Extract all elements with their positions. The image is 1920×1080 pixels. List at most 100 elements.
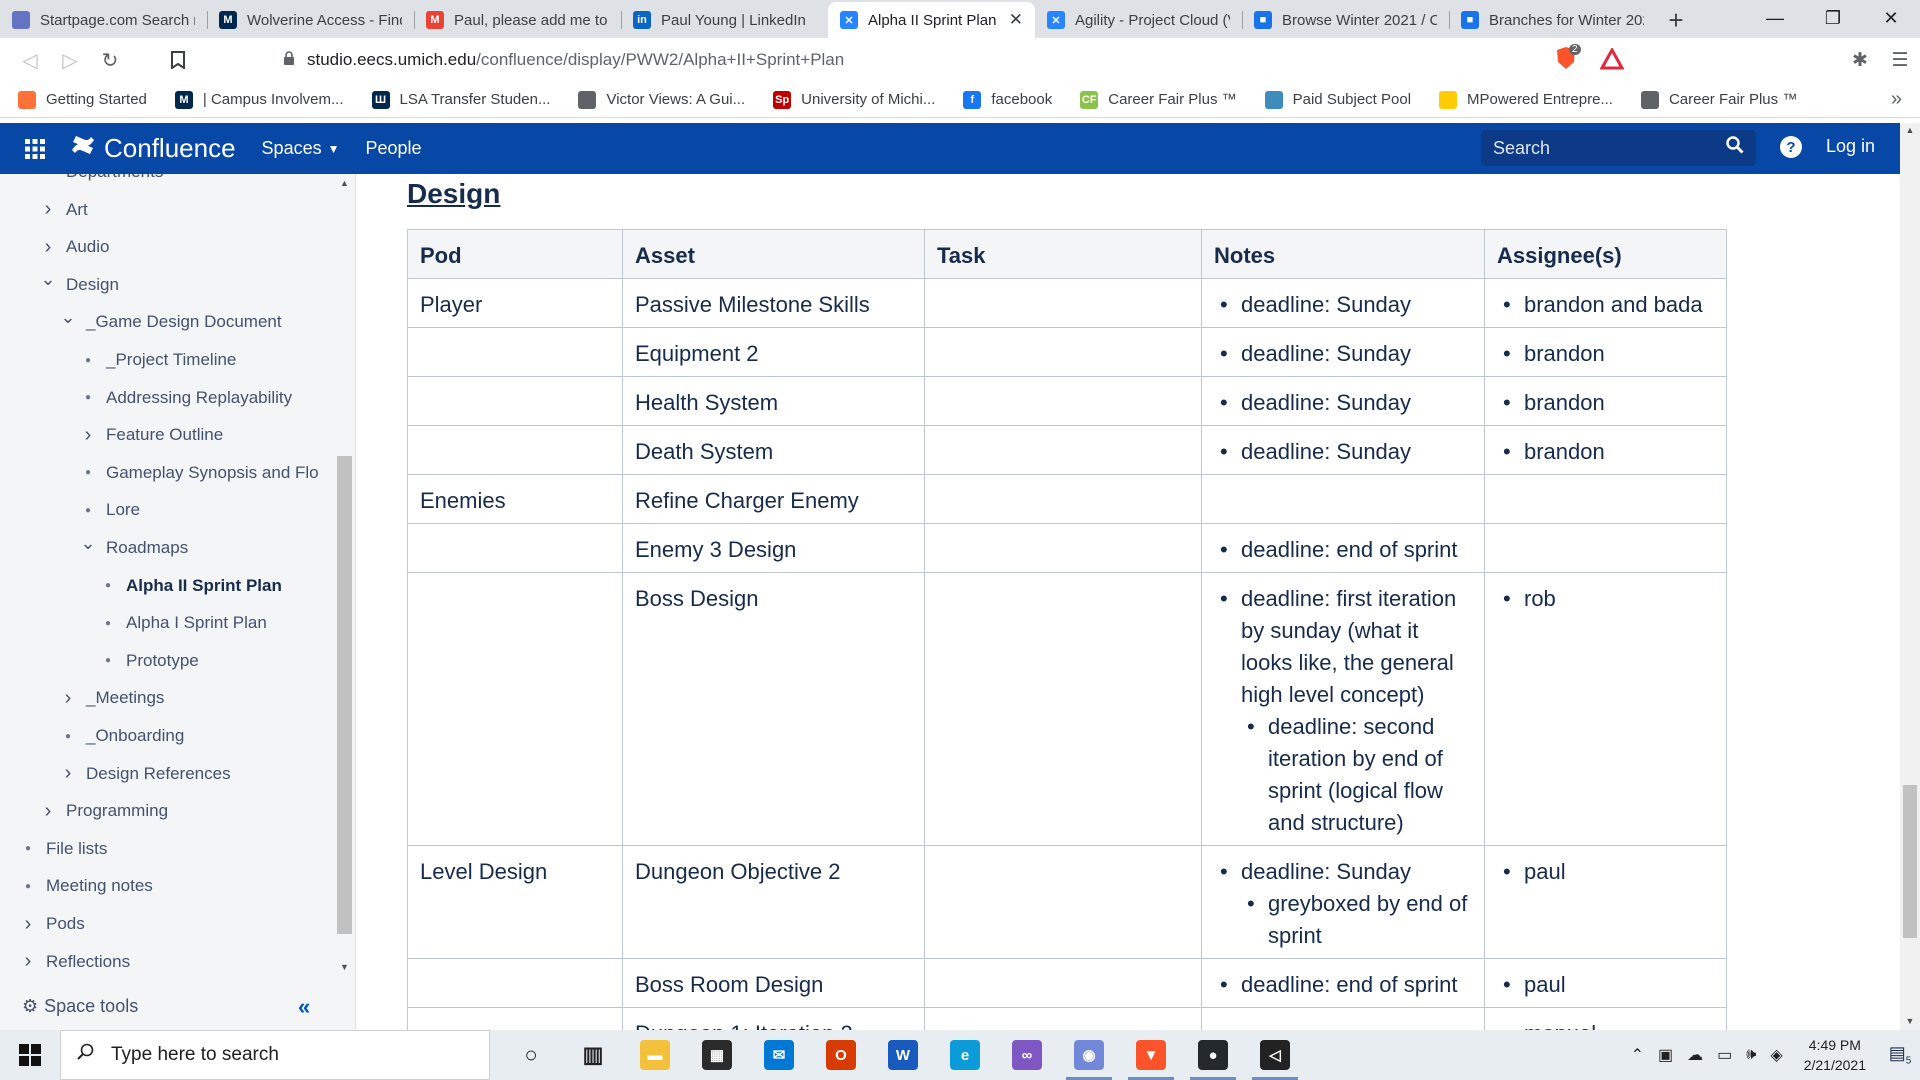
taskbar-app-github[interactable]: ● [1182,1030,1244,1080]
app-switcher-icon[interactable] [0,138,70,159]
page-tree-item[interactable]: ● Alpha I Sprint Plan [98,611,267,635]
page-tree-item[interactable]: ⌄ Departments [38,174,163,184]
new-tab-button[interactable]: + [1656,2,1696,38]
sidebar-scrollbar[interactable]: ▲ ▼ [336,174,353,974]
brave-shields-icon[interactable]: 2 [1555,44,1581,72]
page-scroll-up-icon[interactable]: ▲ [1900,125,1920,135]
chevron-down-icon[interactable]: ⌄ [38,269,58,290]
taskbar-app-task-view[interactable]: ▥ [562,1030,624,1080]
bookmark-item[interactable]: Getting Started [18,90,147,109]
bookmark-item[interactable]: MPowered Entrepre... [1439,90,1613,109]
sidebar-scrollbar-thumb[interactable] [337,456,352,934]
browser-menu-icon[interactable]: ☰ [1880,49,1920,72]
space-tools-button[interactable]: ⚙ Space tools [22,996,138,1017]
help-icon[interactable]: ? [1780,136,1802,158]
page-tree-item[interactable]: › Pods [18,912,85,936]
browser-tab[interactable]: ■ Branches for Winter 202 [1449,2,1656,38]
browser-tab[interactable]: M Wolverine Access - Find [207,2,414,38]
page-tree-item[interactable]: ● Lore [78,498,140,522]
bookmark-item[interactable]: Paid Subject Pool [1264,90,1411,109]
bookmark-item[interactable]: Ш LSA Transfer Studen... [371,90,550,109]
page-scrollbar-thumb[interactable] [1903,785,1917,938]
browser-tab[interactable]: M Paul, please add me to y [414,2,621,38]
show-hidden-icons-icon[interactable]: ⌃ [1631,1045,1644,1065]
taskbar-app-visual-studio[interactable]: ∞ [996,1030,1058,1080]
volume-icon[interactable]: 🕪 [1746,1046,1756,1064]
page-tree-item[interactable]: ● Prototype [98,649,199,673]
browser-tab[interactable]: Startpage.com Search re [0,2,207,38]
chevron-right-icon[interactable]: › [38,800,58,823]
chevron-right-icon[interactable]: › [38,198,58,221]
page-tree-item[interactable]: › Audio [38,235,110,259]
bookmark-item[interactable]: M | Campus Involvem... [174,90,344,109]
taskbar-app-word[interactable]: W [872,1030,934,1080]
taskbar-app-store[interactable]: ▦ [686,1030,748,1080]
taskbar-clock[interactable]: 4:49 PM 2/21/2021 [1804,1035,1866,1075]
bookmark-item[interactable]: Sp University of Michi... [773,90,935,109]
page-tree-item[interactable]: ⌄ Design [38,269,118,297]
minimize-button[interactable]: — [1746,0,1804,36]
chevron-right-icon[interactable]: › [38,236,58,259]
bookmark-item[interactable]: f facebook [963,90,1052,109]
taskbar-app-mail[interactable]: ✉ [748,1030,810,1080]
page-tree-item[interactable]: › Design References [58,762,231,786]
page-tree-item[interactable]: ● Alpha II Sprint Plan [98,574,282,598]
device-icon[interactable]: ▣ [1658,1045,1673,1065]
confluence-search-input[interactable]: Search [1481,130,1756,166]
page-scroll-down-icon[interactable]: ▼ [1900,1016,1920,1026]
page-tree-item[interactable]: ⌄ _Game Design Document [58,307,281,334]
chevron-right-icon[interactable]: › [78,424,98,447]
chevron-right-icon[interactable]: › [18,950,38,973]
windows-start-button[interactable] [0,1030,60,1080]
dropbox-icon[interactable]: ◈ [1770,1045,1782,1065]
page-tree-item[interactable]: ● Gameplay Synopsis and Flo [78,461,319,485]
page-scrollbar[interactable]: ▲ ▼ [1900,123,1920,1030]
extensions-icon[interactable]: ✱ [1840,49,1880,72]
browser-tab[interactable]: in Paul Young | LinkedIn [621,2,828,38]
people-link[interactable]: People [365,138,421,159]
close-window-button[interactable]: ✕ [1862,0,1920,36]
browser-tab[interactable]: ✕ Alpha II Sprint Plan ✕ [828,2,1035,38]
bookmarks-overflow-icon[interactable]: » [1891,88,1902,111]
chevron-right-icon[interactable]: › [58,762,78,785]
bookmark-item[interactable]: CF Career Fair Plus ™ [1080,90,1237,109]
scroll-up-arrow-icon[interactable]: ▲ [336,178,353,188]
page-tree-item[interactable]: ● Meeting notes [18,874,153,898]
bookmark-item[interactable]: Career Fair Plus ™ [1640,90,1797,109]
forward-button[interactable]: ▷ [50,42,90,78]
close-tab-icon[interactable]: ✕ [1009,10,1023,30]
taskbar-app-cortana[interactable]: ○ [500,1030,562,1080]
restore-button[interactable]: ❐ [1804,0,1862,36]
page-tree-item[interactable]: ⌄ Roadmaps [78,533,188,560]
chevron-right-icon[interactable]: › [58,687,78,710]
onedrive-icon[interactable]: ☁ [1687,1045,1703,1065]
browser-tab[interactable]: ■ Browse Winter 2021 / Cl [1242,2,1449,38]
brave-rewards-icon[interactable] [1599,46,1625,75]
reload-button[interactable]: ↻ [90,42,130,78]
chevron-down-icon[interactable]: ⌄ [58,307,78,328]
page-tree-item[interactable]: ● _Onboarding [58,724,184,748]
taskbar-app-edge[interactable]: e [934,1030,996,1080]
page-tree-item[interactable]: › _Meetings [58,686,165,710]
spaces-menu[interactable]: Spaces ▼ [262,138,340,159]
taskbar-app-discord[interactable]: ◉ [1058,1030,1120,1080]
battery-icon[interactable]: ▭ [1717,1045,1732,1065]
page-tree-item[interactable]: ● Addressing Replayability [78,386,292,410]
notification-center-icon[interactable]: ▤5 [1880,1043,1920,1067]
page-tree-item[interactable]: › Art [38,198,88,222]
taskbar-app-brave[interactable]: ▼ [1120,1030,1182,1080]
address-bar[interactable]: studio.eecs.umich.edu/confluence/display… [283,43,1603,77]
taskbar-app-office[interactable]: O [810,1030,872,1080]
bookmark-item[interactable]: Victor Views: A Gui... [578,90,745,109]
confluence-logo[interactable]: Confluence [70,133,236,164]
page-tree-item[interactable]: › Programming [38,799,168,823]
back-button[interactable]: ◁ [10,42,50,78]
page-tree-item[interactable]: ● File lists [18,837,107,861]
taskbar-search-box[interactable]: Type here to search [60,1030,490,1080]
taskbar-app-file-explorer[interactable]: ▬ [624,1030,686,1080]
login-link[interactable]: Log in [1826,136,1875,157]
chevron-down-icon[interactable]: ⌄ [38,174,58,178]
chevron-right-icon[interactable]: › [18,913,38,936]
bookmark-page-button[interactable] [158,42,198,78]
browser-tab[interactable]: ✕ Agility - Project Cloud (V [1035,2,1242,38]
